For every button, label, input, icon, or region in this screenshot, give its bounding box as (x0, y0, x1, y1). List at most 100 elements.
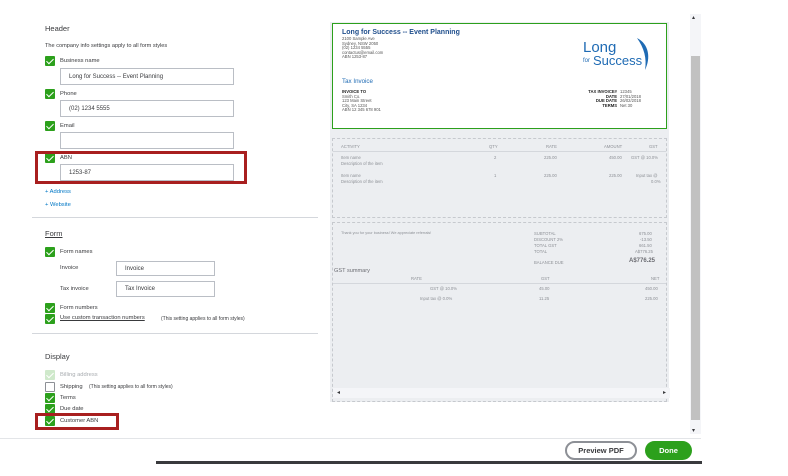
preview-items-table: ACTIVITY QTY RATE AMOUNT GST Item name D… (332, 138, 667, 218)
scrollbar-thumb[interactable] (691, 56, 700, 420)
discount-label: DISCOUNT 2% (534, 237, 564, 242)
preview-pdf-button[interactable]: Preview PDF (565, 441, 637, 460)
row2-amount: 225.00 (609, 173, 622, 178)
gst-col-rate: RATE (411, 276, 422, 281)
total-gst-label: TOTAL GST (534, 243, 557, 248)
row2-gst: Input tax @ (636, 173, 658, 178)
discount-value: -13.50 (640, 237, 652, 242)
balance-due-label: BALANCE DUE (534, 260, 564, 265)
row1-amount: 450.00 (609, 155, 622, 160)
scroll-up-icon[interactable]: ▴ (692, 14, 695, 21)
row1-qty: 2 (494, 155, 497, 160)
preview-company-name: Long for Success -- Event Planning (342, 29, 460, 36)
customer-abn-highlight-box (35, 413, 119, 430)
section-divider (32, 333, 318, 334)
form-numbers-checkbox[interactable] (45, 303, 55, 313)
subtotal-label: SUBTOTAL (534, 231, 556, 236)
col-gst: GST (649, 144, 658, 149)
header-description: The company info settings apply to all f… (45, 43, 168, 49)
phone-checkbox[interactable] (45, 89, 55, 99)
row1-name: Item name (341, 155, 361, 160)
tax-invoice-name-field[interactable]: Tax Invoice (116, 281, 215, 297)
row1-rate: 225.00 (544, 155, 557, 160)
invoice-header-block: Long for Success -- Event Planning 2100 … (332, 23, 667, 129)
form-names-label: Form names (60, 249, 93, 255)
row1-desc: Description of the item (341, 161, 383, 166)
svg-text:Success: Success (593, 53, 643, 68)
billing-address-checkbox[interactable] (45, 370, 55, 380)
gst-col-net: NET (651, 276, 660, 281)
abn-highlight-box (35, 151, 247, 184)
terms-label: Terms (60, 395, 76, 401)
shipping-checkbox[interactable] (45, 382, 55, 392)
display-section-title: Display (45, 352, 70, 361)
email-checkbox[interactable] (45, 121, 55, 131)
preview-bill-to: INVOICE TO Smith Co. 123 Main Street Cit… (342, 89, 381, 113)
subtotal-value: 675.00 (639, 231, 652, 236)
row2-gst-rate: 0.0% (651, 179, 661, 184)
section-divider (32, 217, 318, 218)
business-name-field[interactable]: Long for Success -- Event Planning (60, 68, 234, 85)
add-website-link[interactable]: + Website (45, 202, 71, 208)
preview-company-address: 2100 Sample Ave Sydney, NSW 2050 (02) 12… (342, 36, 384, 60)
header-section-title: Header (45, 24, 70, 33)
row1-gst: GST @ 10.0% (631, 155, 658, 160)
preview-invoice-meta: TAX INVOICE# 12345 DATE 27/01/2018 DUE DAT… (588, 89, 641, 108)
gst-row2-rate: Input tax @ 0.0% (420, 296, 453, 301)
tax-invoice-label: Tax invoice (60, 286, 89, 292)
preview-horizontal-scrollbar[interactable]: ◂ ▸ (333, 388, 670, 398)
footer-bar (156, 461, 702, 464)
svg-text:for: for (583, 58, 590, 64)
vertical-scrollbar[interactable]: ▴ ▾ (690, 14, 701, 434)
phone-label: Phone (60, 91, 77, 97)
col-activity: ACTIVITY (341, 144, 360, 149)
form-section-title: Form (45, 229, 63, 238)
scroll-left-icon[interactable]: ◂ (337, 389, 340, 396)
custom-numbers-note: (This setting applies to all form styles… (161, 316, 245, 322)
col-qty: QTY (489, 144, 498, 149)
business-name-label: Business name (60, 58, 100, 64)
thanks-message: Thank you for your business! We apprecia… (341, 231, 432, 235)
invoice-preview: Long for Success -- Event Planning 2100 … (330, 22, 670, 402)
gst-row1-rate: GST @ 10.0% (430, 286, 457, 291)
shipping-note: (This setting applies to all form styles… (89, 384, 173, 390)
col-amount: AMOUNT (604, 144, 623, 149)
scroll-down-icon[interactable]: ▾ (692, 427, 695, 434)
gst-row2-net: 225.00 (645, 296, 658, 301)
custom-numbers-label: Use custom transaction numbers (60, 315, 145, 321)
company-logo: Long for Success (581, 36, 655, 72)
gst-table-rule (333, 283, 666, 284)
preview-totals-section: Thank you for your business! We apprecia… (332, 222, 670, 402)
total-gst-value: 661.50 (639, 243, 652, 248)
invoice-name-field[interactable]: Invoice (116, 261, 215, 276)
done-button[interactable]: Done (645, 441, 692, 460)
gst-summary-title: GST summary (334, 268, 370, 274)
email-label: Email (60, 123, 75, 129)
custom-numbers-checkbox[interactable] (45, 314, 55, 324)
billing-address-label: Billing address (60, 372, 98, 378)
terms-checkbox[interactable] (45, 393, 55, 403)
settings-panel: Header The company info settings apply t… (32, 10, 318, 440)
preview-invoice-title: Tax Invoice (342, 78, 373, 85)
gst-row1-net: 450.00 (645, 286, 658, 291)
gst-row2-gst: 11.25 (539, 296, 550, 301)
row2-name: Item name (341, 173, 361, 178)
phone-field[interactable]: (02) 1234 5555 (60, 100, 234, 117)
table-rule (333, 151, 666, 152)
add-address-link[interactable]: + Address (45, 189, 71, 195)
scroll-right-icon[interactable]: ▸ (663, 389, 666, 396)
due-date-label: Due date (60, 406, 84, 412)
total-value: A$776.25 (635, 249, 653, 254)
row2-rate: 225.00 (544, 173, 557, 178)
total-label: TOTAL (534, 249, 548, 254)
gst-col-gst: GST (541, 276, 550, 281)
email-field[interactable] (60, 132, 234, 149)
invoice-label: Invoice (60, 265, 79, 271)
balance-due-value: A$776.25 (629, 258, 656, 264)
form-names-checkbox[interactable] (45, 247, 55, 257)
shipping-label: Shipping (60, 384, 83, 390)
row2-qty: 1 (494, 173, 497, 178)
footer-divider (0, 438, 701, 439)
business-name-checkbox[interactable] (45, 56, 55, 66)
col-rate: RATE (546, 144, 557, 149)
